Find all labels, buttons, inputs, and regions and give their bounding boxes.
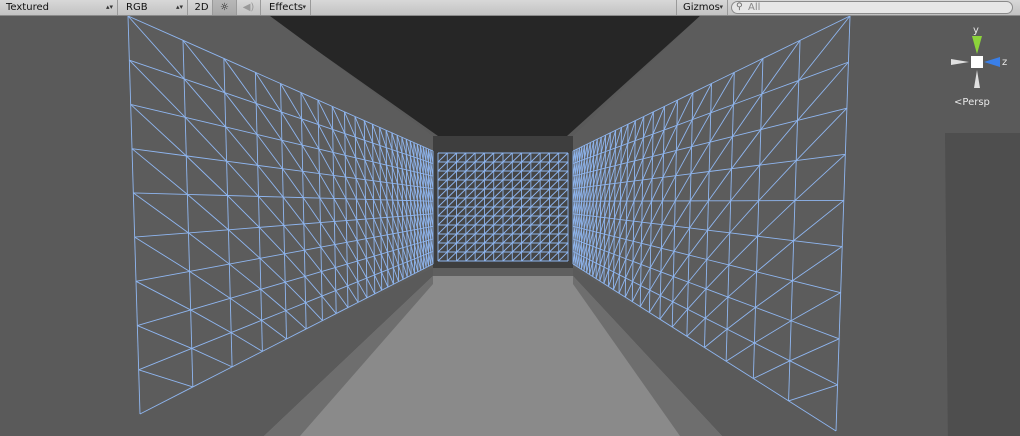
- wireframe-line: [604, 183, 610, 186]
- 3d-viewport[interactable]: [0, 16, 1020, 436]
- chevron-down-icon: ▾: [302, 3, 306, 11]
- dropdown-arrows-icon: ▴▾: [175, 3, 183, 11]
- wireframe-line: [417, 228, 421, 230]
- wireframe-line: [604, 217, 610, 219]
- gizmos-label: Gizmos: [683, 2, 720, 13]
- speaker-icon: ◀): [242, 2, 255, 13]
- orientation-gizmo[interactable]: y z: [948, 22, 1008, 102]
- gizmo-z-label: z: [1002, 57, 1007, 68]
- wireframe-line: [600, 216, 605, 219]
- gizmos-dropdown[interactable]: Gizmos ▾: [676, 0, 728, 15]
- draw-mode-label: Textured: [6, 2, 49, 13]
- chevron-down-icon: ▾: [719, 3, 723, 11]
- projection-label: Persp: [962, 97, 990, 108]
- scene-toolbar: Textured ▴▾ RGB ▴▾ 2D ☼ ◀) Effects ▾ Giz…: [0, 0, 1020, 16]
- gizmo-neg-y-cone[interactable]: [974, 70, 980, 88]
- effects-label: Effects: [269, 2, 303, 13]
- wireframe-line: [283, 196, 304, 199]
- dropdown-arrows-icon: ▴▾: [105, 3, 113, 11]
- render-mode-dropdown[interactable]: RGB ▴▾: [120, 0, 188, 15]
- floor-edge: [433, 268, 573, 276]
- render-mode-label: RGB: [126, 2, 148, 13]
- search-placeholder: All: [748, 2, 761, 13]
- draw-mode-dropdown[interactable]: Textured ▴▾: [0, 0, 118, 15]
- wireframe-line: [600, 184, 606, 186]
- gizmo-z-cone[interactable]: [984, 57, 1000, 67]
- wireframe-line: [406, 184, 411, 187]
- wireframe-line: [397, 183, 403, 186]
- lighting-toggle-button[interactable]: ☼: [213, 0, 237, 15]
- 2d-toggle-button[interactable]: 2D: [191, 0, 213, 15]
- search-icon: ⚲: [736, 2, 743, 12]
- scene-view: Textured ▴▾ RGB ▴▾ 2D ☼ ◀) Effects ▾ Giz…: [0, 0, 1020, 436]
- wireframe-line: [402, 184, 407, 186]
- corridor-scene: [0, 16, 1020, 436]
- wireframe-line: [609, 217, 615, 220]
- wireframe-line: [583, 145, 585, 271]
- wireframe-line: [373, 217, 381, 219]
- right-pillar: [945, 133, 1020, 436]
- sun-icon: ☼: [220, 2, 229, 13]
- wireframe-line: [416, 144, 419, 272]
- gizmo-y-cone[interactable]: [972, 36, 982, 54]
- audio-toggle-button[interactable]: ◀): [237, 0, 261, 15]
- wireframe-line: [414, 228, 418, 231]
- gizmo-y-label: y: [973, 25, 979, 36]
- 2d-toggle-label: 2D: [194, 2, 209, 13]
- gizmo-center-cube[interactable]: [971, 56, 983, 68]
- search-input[interactable]: ⚲ All: [731, 1, 1013, 14]
- gizmo-x-cone[interactable]: [951, 59, 969, 65]
- effects-dropdown[interactable]: Effects ▾: [263, 0, 311, 15]
- wireframe-line: [365, 217, 374, 220]
- projection-toggle[interactable]: <Persp: [954, 97, 990, 108]
